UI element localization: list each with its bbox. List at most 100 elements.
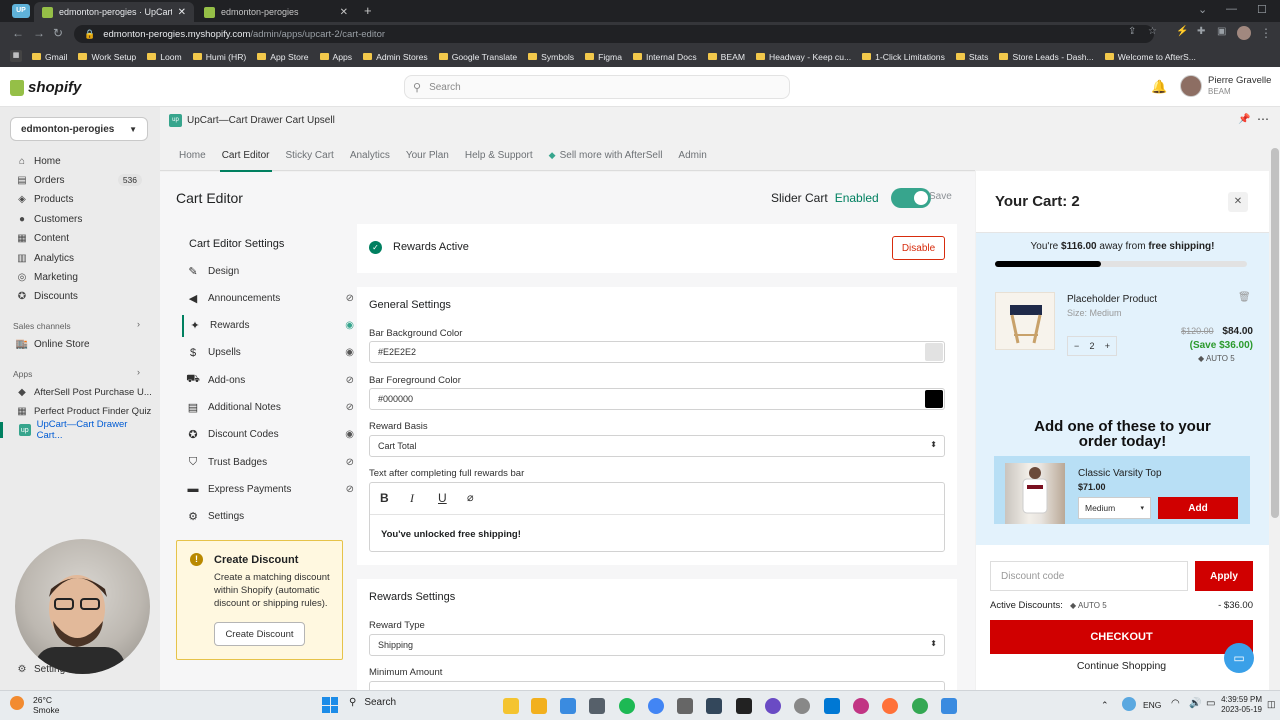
completion-text-editor[interactable]: B I U ⌀ You've unlocked free shipping! [369, 482, 945, 552]
minimize-icon[interactable]: — [1226, 3, 1237, 15]
new-tab-button[interactable]: + [364, 3, 372, 18]
reload-icon[interactable]: ↻ [53, 26, 63, 40]
minus-icon[interactable]: − [1074, 341, 1079, 351]
app-icon[interactable] [853, 698, 869, 714]
browser-tab-active[interactable]: edmonton-perogies · UpCart—C ✕ [34, 2, 194, 22]
app-icon[interactable] [677, 698, 693, 714]
share-icon[interactable]: ⇪ [1128, 26, 1136, 37]
menu-item-announcements[interactable]: ◀ Announcements ⊘ [182, 287, 354, 309]
menu-item-add-ons[interactable]: ⛟ Add-ons ⊘ [182, 369, 354, 391]
plus-icon[interactable]: + [1105, 341, 1110, 351]
bookmark-item[interactable]: BEAM [707, 52, 745, 62]
eye-off-icon[interactable]: ⊘ [346, 293, 354, 304]
app-icon[interactable] [706, 698, 722, 714]
app-icon[interactable] [765, 698, 781, 714]
star-icon[interactable]: ☆ [1148, 26, 1157, 37]
menu-item-express-payments[interactable]: ▬ Express Payments ⊘ [182, 478, 355, 500]
sidebar-item-marketing[interactable]: ◎ Marketing [16, 269, 152, 285]
notifications-icon[interactable]: ◫ [1267, 699, 1276, 710]
save-button[interactable]: Save [929, 191, 952, 202]
upsell-add-button[interactable]: Add [1158, 497, 1238, 519]
chrome-icon[interactable] [648, 698, 664, 714]
tab-analytics[interactable]: Analytics [350, 141, 401, 171]
tab-home[interactable]: Home [179, 141, 217, 171]
bookmark-item[interactable]: Headway - Keep cu... [755, 52, 851, 62]
store-selector[interactable]: edmonton-perogies ▼ [10, 117, 148, 141]
quantity-stepper[interactable]: − 2 + [1067, 336, 1117, 356]
bookmark-item[interactable]: Google Translate [438, 52, 517, 62]
sidebar-item-discounts[interactable]: ✪ Discounts [16, 289, 152, 305]
eye-off-icon[interactable]: ⊘ [346, 375, 354, 386]
forward-icon[interactable]: → [33, 26, 45, 40]
menu-kebab-icon[interactable]: ⋮ [1260, 26, 1272, 40]
italic-icon[interactable]: I [410, 491, 414, 506]
chevron-right-icon[interactable]: › [137, 319, 140, 329]
eye-off-icon[interactable]: ⊘ [346, 484, 354, 495]
continue-shopping-link[interactable]: Continue Shopping [990, 660, 1253, 672]
bookmark-item[interactable]: Stats [955, 52, 988, 62]
profile-avatar-icon[interactable] [1237, 26, 1251, 40]
sidebar-item-products[interactable]: ◈ Products [16, 192, 152, 208]
bookmark-item[interactable]: Store Leads - Dash... [999, 52, 1094, 62]
sidebar-app-upcart[interactable]: up UpCart—Cart Drawer Cart... [0, 419, 152, 441]
disable-button[interactable]: Disable [892, 236, 945, 260]
trash-icon[interactable]: 🗑 [1238, 292, 1251, 303]
sidebar-app-aftersell[interactable]: ◆ AfterSell Post Purchase U... [16, 384, 152, 400]
discount-code-input[interactable]: Discount code [990, 561, 1188, 591]
browser-tab[interactable]: edmonton-perogies ✕ [196, 2, 356, 22]
profile-icon[interactable]: UP [12, 4, 30, 18]
upsell-variant-select[interactable]: Medium ▾ [1078, 497, 1151, 519]
settings-app-icon[interactable] [794, 698, 810, 714]
taskbar-search[interactable]: ⚲ Search [349, 697, 396, 708]
bold-icon[interactable]: B [380, 491, 389, 505]
eye-off-icon[interactable]: ⊘ [346, 402, 354, 413]
tab-your-plan[interactable]: Your Plan [406, 141, 460, 171]
firefox-icon[interactable] [882, 698, 898, 714]
bookmark-item[interactable]: App Store [257, 52, 309, 62]
menu-item-discount-codes[interactable]: ✪ Discount Codes ◉ [182, 424, 354, 446]
bar-background-input[interactable]: #E2E2E2 [369, 341, 945, 363]
chat-bubble-icon[interactable]: ▭ [1224, 643, 1254, 673]
bookmark-item[interactable]: Admin Stores [363, 52, 428, 62]
menu-item-rewards[interactable]: ✦ Rewards ◉ [182, 314, 354, 337]
notion-icon[interactable] [736, 698, 752, 714]
tab-sticky-cart[interactable]: Sticky Cart [285, 141, 344, 171]
vscode-icon[interactable] [824, 698, 840, 714]
close-tab-icon[interactable]: ✕ [178, 7, 186, 18]
apps-grid-icon[interactable]: ▦ [10, 50, 22, 62]
tab-sell-more-with-aftersell[interactable]: ◆ Sell more with AfterSell [549, 141, 674, 171]
menu-item-settings[interactable]: ⚙ Settings [182, 506, 354, 528]
url-field[interactable]: 🔒 edmonton-perogies.myshopify.com/admin/… [74, 25, 1154, 43]
weather-icon[interactable] [10, 696, 24, 710]
sidebar-item-analytics[interactable]: ▥ Analytics [16, 250, 152, 266]
bar-foreground-swatch[interactable] [925, 390, 943, 408]
bookmark-item[interactable]: Symbols [528, 52, 574, 62]
link-icon[interactable]: ⌀ [467, 491, 474, 504]
eye-off-icon[interactable]: ⊘ [346, 457, 354, 468]
bookmark-item[interactable]: Internal Docs [632, 52, 697, 62]
sidebar-item-customers[interactable]: ● Customers [16, 211, 152, 227]
chevron-up-icon[interactable]: ⌃ [1101, 700, 1109, 711]
eye-icon[interactable]: ◉ [345, 347, 354, 358]
bookmark-item[interactable]: Gmail [32, 52, 67, 62]
calculator-icon[interactable] [560, 698, 576, 714]
tab-admin[interactable]: Admin [678, 141, 717, 171]
close-cart-icon[interactable]: ✕ [1228, 192, 1248, 212]
more-icon[interactable]: ⋯ [1257, 112, 1269, 126]
chevron-right-icon[interactable]: › [137, 367, 140, 377]
create-discount-button[interactable]: Create Discount [214, 622, 305, 646]
maximize-icon[interactable]: ☐ [1257, 3, 1267, 16]
back-icon[interactable]: ← [12, 26, 24, 40]
notes-app-icon[interactable] [503, 698, 519, 714]
bookmark-item[interactable]: Apps [319, 52, 352, 62]
shopify-logo[interactable]: shopify [10, 79, 81, 96]
bookmark-item[interactable]: Loom [147, 52, 182, 62]
bookmark-item[interactable]: Figma [585, 52, 622, 62]
puzzle-icon[interactable]: ✚ [1197, 26, 1205, 37]
chrome-icon[interactable] [912, 698, 928, 714]
eye-icon[interactable]: ◉ [345, 320, 354, 331]
language-indicator[interactable]: ENG [1143, 700, 1161, 710]
extension-icon[interactable]: ⚡ [1176, 26, 1188, 37]
clock[interactable]: 4:39:59 PM 2023-05-19 [1210, 695, 1262, 715]
pin-icon[interactable]: 📌 [1238, 114, 1250, 125]
